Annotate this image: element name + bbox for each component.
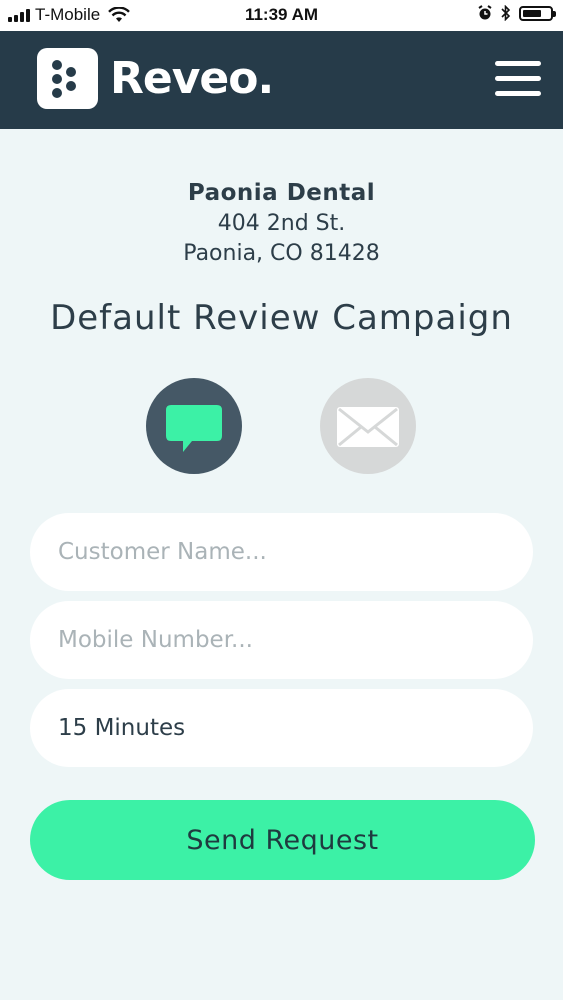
app-header: Reveo. bbox=[0, 31, 563, 129]
envelope-icon bbox=[337, 407, 399, 447]
status-bar: T-Mobile 11:39 AM bbox=[0, 0, 563, 31]
sms-channel-button[interactable] bbox=[146, 378, 242, 474]
hamburger-menu-icon[interactable] bbox=[495, 61, 541, 97]
customer-name-input[interactable] bbox=[30, 513, 533, 591]
business-address-line1: 404 2nd St. bbox=[217, 211, 346, 236]
alarm-icon bbox=[478, 5, 492, 20]
campaign-title: Default Review Campaign bbox=[50, 298, 513, 338]
send-delay-value: 15 Minutes bbox=[58, 715, 186, 741]
send-delay-select[interactable]: 15 Minutes bbox=[30, 689, 533, 767]
status-right bbox=[477, 5, 556, 21]
battery-icon bbox=[519, 5, 556, 21]
brand-name: Reveo. bbox=[110, 53, 274, 104]
reveo-logo-icon bbox=[37, 48, 98, 109]
business-address-line2: Paonia, CO 81428 bbox=[183, 241, 380, 266]
business-name: Paonia Dental bbox=[187, 180, 376, 206]
email-channel-button[interactable] bbox=[320, 378, 416, 474]
send-request-button[interactable]: Send Request bbox=[30, 800, 535, 880]
battery-level bbox=[523, 9, 541, 17]
mobile-number-input[interactable] bbox=[30, 601, 533, 679]
chat-bubble-icon bbox=[166, 405, 222, 452]
bluetooth-icon bbox=[501, 5, 511, 21]
